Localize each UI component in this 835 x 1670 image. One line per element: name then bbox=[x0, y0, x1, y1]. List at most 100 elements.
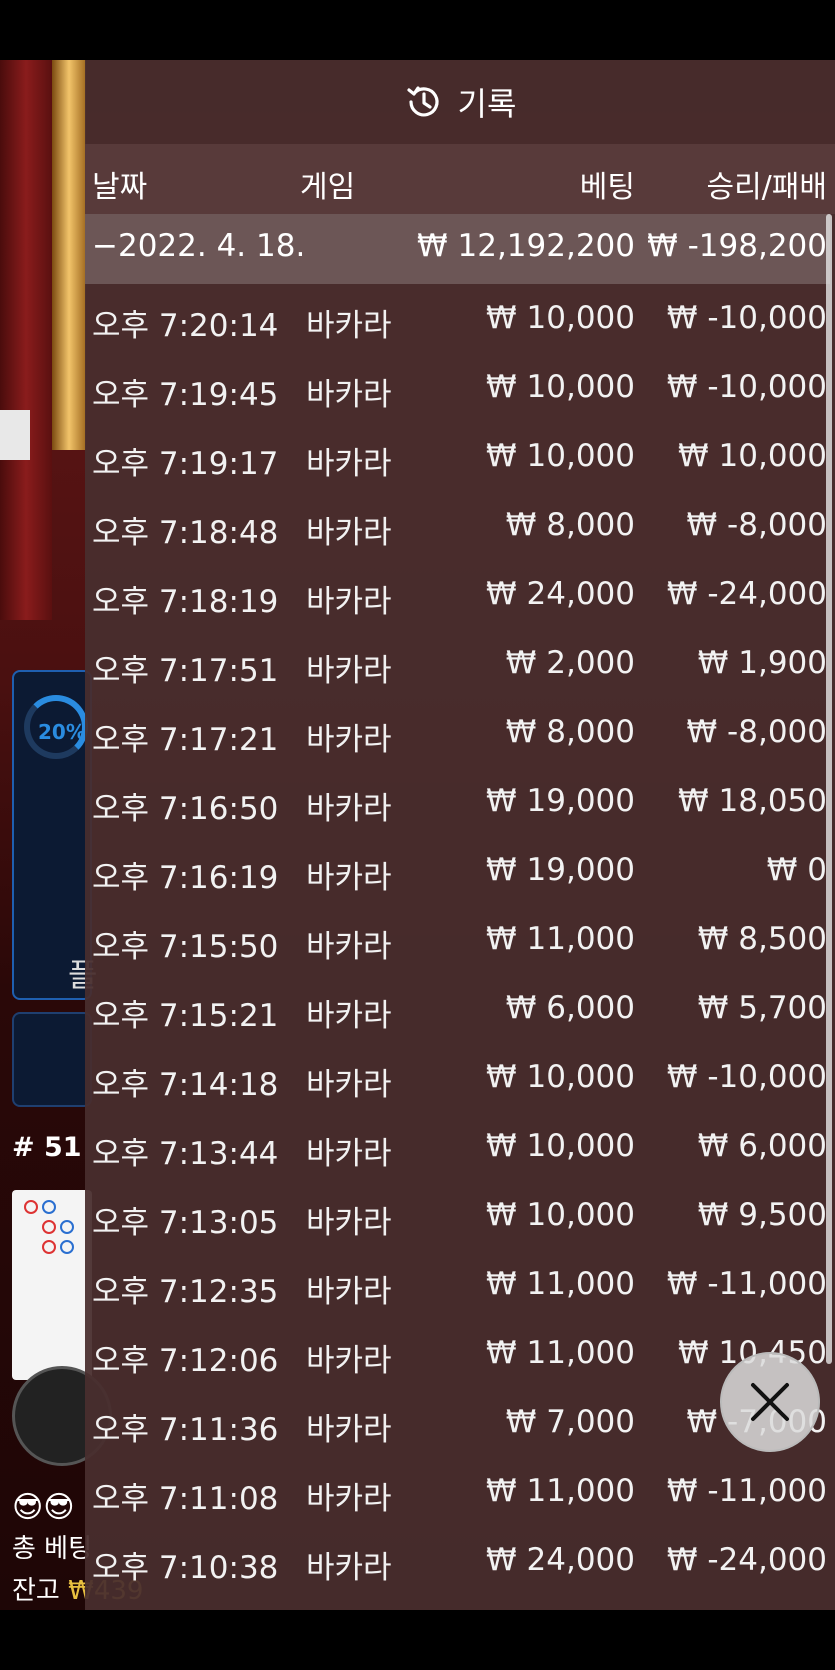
player-emoji: 😎😎 bbox=[12, 1490, 75, 1525]
row-time: 오후 7:19:45 bbox=[92, 377, 279, 413]
history-row[interactable]: 오후 7:11:08 바카라 ₩ 11,000 ₩ -11,000 bbox=[85, 1457, 835, 1526]
row-bet: ₩ 10,000 bbox=[486, 1128, 635, 1164]
day-win-loss-total: ₩ -198,200 bbox=[647, 228, 827, 264]
row-game: 바카라 bbox=[306, 998, 392, 1034]
history-row[interactable]: 오후 7:18:48 바카라 ₩ 8,000 ₩ -8,000 bbox=[85, 491, 835, 560]
row-time: 오후 7:16:50 bbox=[92, 791, 279, 827]
history-row[interactable]: 오후 7:17:21 바카라 ₩ 8,000 ₩ -8,000 bbox=[85, 698, 835, 767]
history-clock-icon bbox=[406, 86, 439, 117]
row-game: 바카라 bbox=[306, 446, 392, 482]
row-result: ₩ -24,000 bbox=[666, 1542, 827, 1578]
row-bet: ₩ 6,000 bbox=[505, 990, 635, 1026]
history-row[interactable]: 오후 7:12:06 바카라 ₩ 11,000 ₩ 10,450 bbox=[85, 1319, 835, 1388]
player-pair-bet-area[interactable] bbox=[12, 1012, 92, 1107]
row-result: ₩ 10,000 bbox=[678, 438, 827, 474]
row-bet: ₩ 10,000 bbox=[486, 369, 635, 405]
row-time: 오후 7:14:18 bbox=[92, 1067, 279, 1103]
row-game: 바카라 bbox=[306, 308, 392, 344]
history-scrollbar[interactable] bbox=[826, 214, 832, 1364]
row-result: ₩ 1,900 bbox=[697, 645, 827, 681]
row-result: ₩ 9,500 bbox=[697, 1197, 827, 1233]
history-row[interactable]: 오후 7:15:21 바카라 ₩ 6,000 ₩ 5,700 bbox=[85, 974, 835, 1043]
row-result: ₩ -10,000 bbox=[666, 369, 827, 405]
column-game: 게임 bbox=[300, 170, 356, 205]
row-game: 바카라 bbox=[306, 791, 392, 827]
row-bet: ₩ 11,000 bbox=[486, 921, 635, 957]
history-title: 기록 bbox=[457, 85, 517, 123]
row-bet: ₩ 10,000 bbox=[486, 438, 635, 474]
row-result: ₩ 6,000 bbox=[697, 1128, 827, 1164]
gold-pillar-decoration bbox=[52, 60, 86, 450]
history-header: 기록 bbox=[85, 60, 835, 144]
history-row[interactable]: 오후 7:16:50 바카라 ₩ 19,000 ₩ 18,050 bbox=[85, 767, 835, 836]
road-dot bbox=[42, 1220, 56, 1234]
history-row[interactable]: 오후 7:19:45 바카라 ₩ 10,000 ₩ -10,000 bbox=[85, 353, 835, 422]
row-bet: ₩ 24,000 bbox=[486, 1542, 635, 1578]
close-button[interactable] bbox=[720, 1352, 820, 1452]
round-number: # 51 bbox=[12, 1132, 82, 1163]
row-result: ₩ -8,000 bbox=[686, 714, 827, 750]
row-result: ₩ -10,000 bbox=[666, 300, 827, 336]
history-row[interactable]: 오후 7:18:19 바카라 ₩ 24,000 ₩ -24,000 bbox=[85, 560, 835, 629]
row-time: 오후 7:11:36 bbox=[92, 1412, 279, 1448]
history-column-headers: 날짜 게임 베팅 승리/패배 bbox=[85, 144, 835, 214]
total-bet-label: 총 베팅 bbox=[12, 1534, 93, 1564]
row-bet: ₩ 8,000 bbox=[505, 507, 635, 543]
road-dot bbox=[60, 1220, 74, 1234]
row-game: 바카라 bbox=[306, 929, 392, 965]
history-row[interactable]: 오후 7:20:14 바카라 ₩ 10,000 ₩ -10,000 bbox=[85, 284, 835, 353]
row-game: 바카라 bbox=[306, 584, 392, 620]
history-row[interactable]: 오후 7:10:38 바카라 ₩ 24,000 ₩ -24,000 bbox=[85, 1526, 835, 1595]
row-game: 바카라 bbox=[306, 1343, 392, 1379]
row-time: 오후 7:17:21 bbox=[92, 722, 279, 758]
curtain-decoration bbox=[0, 60, 52, 620]
row-game: 바카라 bbox=[306, 377, 392, 413]
row-result: ₩ 8,500 bbox=[697, 921, 827, 957]
row-time: 오후 7:11:08 bbox=[92, 1481, 279, 1517]
row-time: 오후 7:15:21 bbox=[92, 998, 279, 1034]
column-bet: 베팅 bbox=[579, 170, 635, 205]
road-dot bbox=[42, 1200, 56, 1214]
history-row[interactable]: 오후 7:14:18 바카라 ₩ 10,000 ₩ -10,000 bbox=[85, 1043, 835, 1112]
row-result: ₩ -24,000 bbox=[666, 576, 827, 612]
history-row[interactable]: 오후 7:16:19 바카라 ₩ 19,000 ₩ 0 bbox=[85, 836, 835, 905]
row-game: 바카라 bbox=[306, 722, 392, 758]
history-row[interactable]: 오후 7:12:35 바카라 ₩ 11,000 ₩ -11,000 bbox=[85, 1250, 835, 1319]
row-bet: ₩ 10,000 bbox=[486, 1197, 635, 1233]
row-time: 오후 7:18:19 bbox=[92, 584, 279, 620]
road-dot bbox=[24, 1200, 38, 1214]
road-dot bbox=[60, 1240, 74, 1254]
row-result: ₩ -11,000 bbox=[666, 1266, 827, 1302]
history-row[interactable]: 오후 7:17:51 바카라 ₩ 2,000 ₩ 1,900 bbox=[85, 629, 835, 698]
row-game: 바카라 bbox=[306, 1205, 392, 1241]
row-result: ₩ -10,000 bbox=[666, 1059, 827, 1095]
row-bet: ₩ 19,000 bbox=[486, 783, 635, 819]
row-time: 오후 7:12:35 bbox=[92, 1274, 279, 1310]
row-bet: ₩ 10,000 bbox=[486, 300, 635, 336]
bead-road-board bbox=[12, 1190, 92, 1380]
day-summary-row[interactable]: −2022. 4. 18. ₩ 12,192,200 ₩ -198,200 bbox=[85, 214, 830, 284]
row-bet: ₩ 10,000 bbox=[486, 1059, 635, 1095]
row-time: 오후 7:13:05 bbox=[92, 1205, 279, 1241]
history-row[interactable]: 오후 7:13:05 바카라 ₩ 10,000 ₩ 9,500 bbox=[85, 1181, 835, 1250]
close-icon bbox=[751, 1383, 789, 1421]
balance-label: 잔고 bbox=[12, 1576, 60, 1606]
history-panel: 기록 날짜 게임 베팅 승리/패배 −2022. 4. 18. ₩ 12,192… bbox=[85, 60, 835, 1610]
history-row[interactable]: 오후 7:13:44 바카라 ₩ 10,000 ₩ 6,000 bbox=[85, 1112, 835, 1181]
row-time: 오후 7:13:44 bbox=[92, 1136, 279, 1172]
day-date: −2022. 4. 18. bbox=[92, 228, 306, 264]
row-game: 바카라 bbox=[306, 653, 392, 689]
timer-percent: 20% bbox=[38, 720, 86, 744]
day-bet-total: ₩ 12,192,200 bbox=[417, 228, 635, 264]
row-bet: ₩ 19,000 bbox=[486, 852, 635, 888]
history-row[interactable]: 오후 7:15:50 바카라 ₩ 11,000 ₩ 8,500 bbox=[85, 905, 835, 974]
road-dot bbox=[42, 1240, 56, 1254]
row-time: 오후 7:16:19 bbox=[92, 860, 279, 896]
row-time: 오후 7:17:51 bbox=[92, 653, 279, 689]
column-win-loss: 승리/패배 bbox=[706, 170, 827, 205]
row-game: 바카라 bbox=[306, 1067, 392, 1103]
row-bet: ₩ 11,000 bbox=[486, 1473, 635, 1509]
column-date: 날짜 bbox=[92, 170, 148, 205]
row-time: 오후 7:12:06 bbox=[92, 1343, 279, 1379]
history-row[interactable]: 오후 7:19:17 바카라 ₩ 10,000 ₩ 10,000 bbox=[85, 422, 835, 491]
